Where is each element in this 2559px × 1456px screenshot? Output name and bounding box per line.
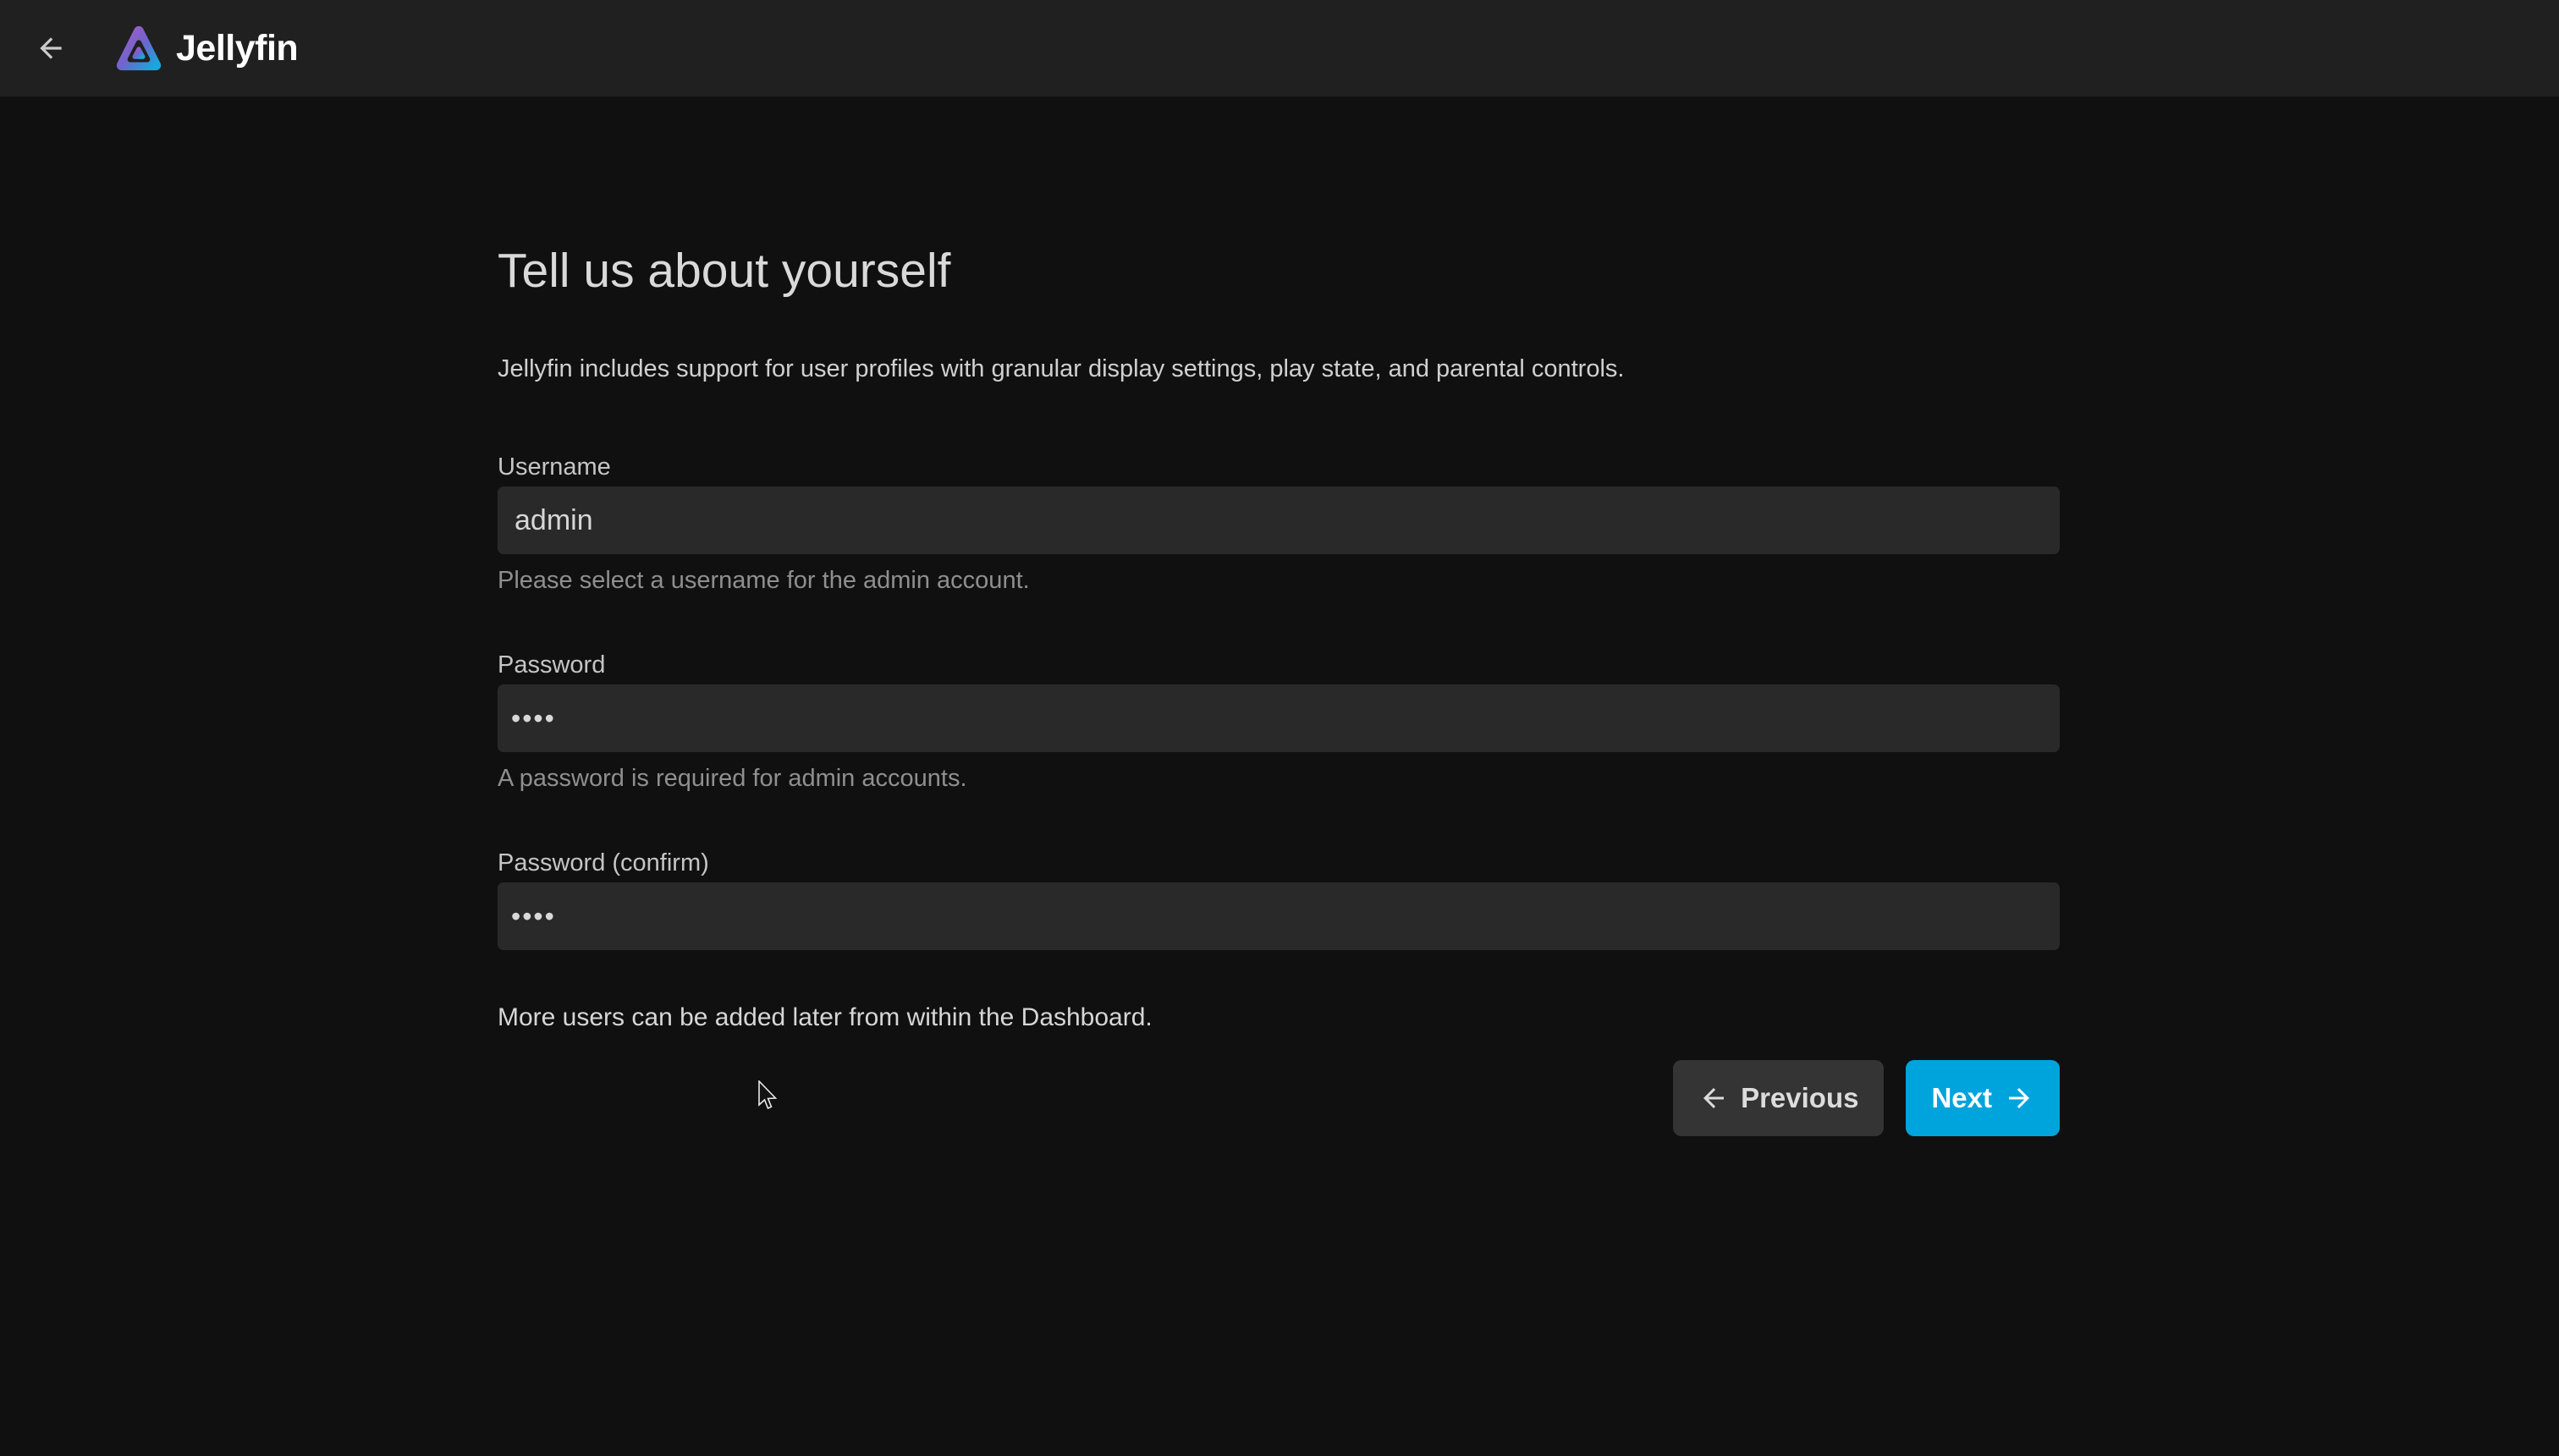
username-label: Username bbox=[498, 451, 2060, 483]
jellyfin-logo: Jellyfin bbox=[113, 21, 298, 75]
wizard-nav-buttons: Previous Next bbox=[498, 1060, 2060, 1136]
password-confirm-field-group: Password (confirm) bbox=[498, 847, 2060, 950]
page-description: Jellyfin includes support for user profi… bbox=[498, 353, 2060, 386]
jellyfin-icon bbox=[113, 21, 164, 75]
password-confirm-input[interactable] bbox=[498, 882, 2060, 950]
arrow-right-icon bbox=[2004, 1083, 2034, 1113]
username-input[interactable] bbox=[498, 486, 2060, 554]
password-helper-text: A password is required for admin account… bbox=[498, 762, 2060, 794]
next-button[interactable]: Next bbox=[1906, 1060, 2060, 1136]
arrow-left-icon bbox=[1698, 1083, 1729, 1113]
password-label: Password bbox=[498, 649, 2060, 681]
wizard-user-step: Tell us about yourself Jellyfin includes… bbox=[498, 239, 2060, 1136]
password-input[interactable] bbox=[498, 684, 2060, 752]
password-field-group: Password A password is required for admi… bbox=[498, 649, 2060, 794]
logo-wordmark: Jellyfin bbox=[176, 28, 298, 69]
back-button[interactable] bbox=[24, 21, 78, 75]
password-confirm-label: Password (confirm) bbox=[498, 847, 2060, 879]
app-header: Jellyfin bbox=[0, 0, 2559, 96]
username-field-group: Username Please select a username for th… bbox=[498, 451, 2060, 596]
jellyfin-setup-wizard: Jellyfin Tell us about yourself Jellyfin… bbox=[0, 0, 2559, 1456]
previous-button-label: Previous bbox=[1741, 1082, 1858, 1114]
page-title: Tell us about yourself bbox=[498, 239, 2060, 304]
next-button-label: Next bbox=[1931, 1082, 1992, 1114]
username-helper-text: Please select a username for the admin a… bbox=[498, 564, 2060, 596]
previous-button[interactable]: Previous bbox=[1673, 1060, 1884, 1136]
more-users-note: More users can be added later from withi… bbox=[498, 1001, 2060, 1035]
arrow-back-icon bbox=[35, 32, 67, 64]
